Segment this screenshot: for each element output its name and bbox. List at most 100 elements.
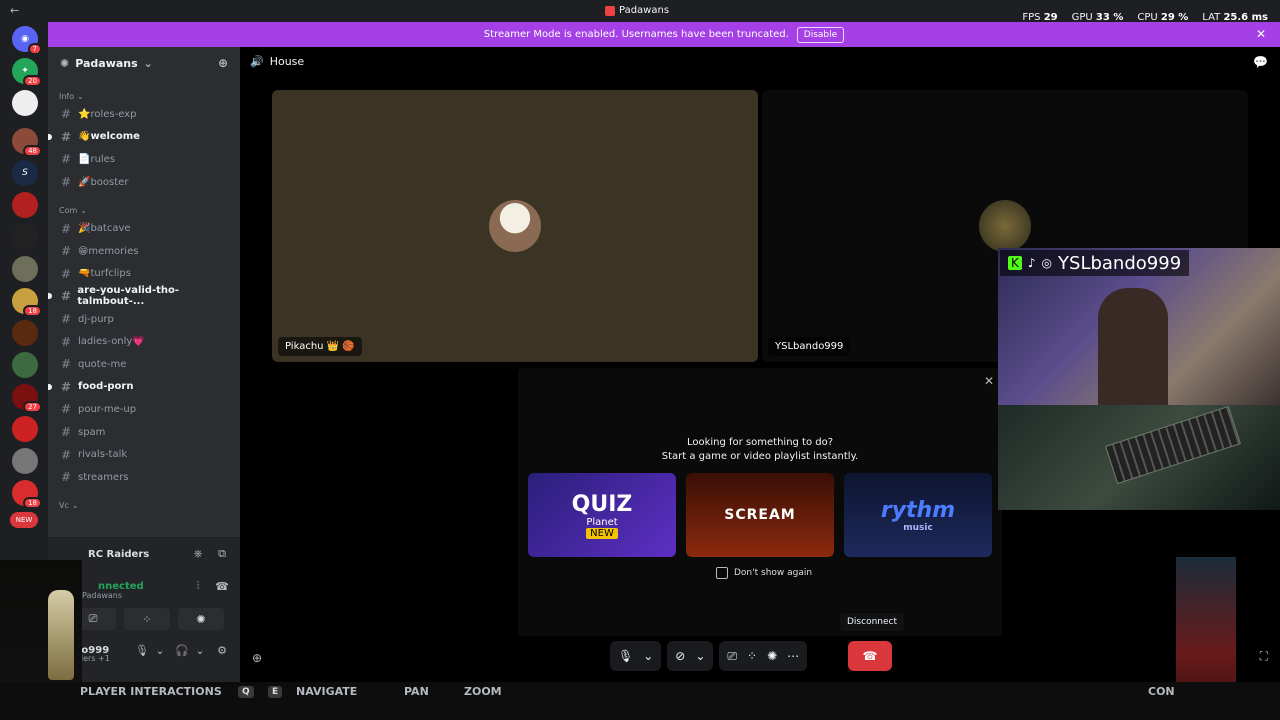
channel-memories[interactable]: # 😁memories [48, 240, 240, 263]
add-member-icon[interactable]: ⊕ [218, 56, 228, 70]
server-icon[interactable] [12, 256, 38, 282]
server-icon[interactable]: S [12, 160, 38, 186]
server-icon[interactable]: 18 [12, 288, 42, 317]
social-handle-bar: K ♪ ◎ YSLbando999 [1000, 250, 1190, 276]
streamer-figure [1098, 288, 1168, 405]
fullscreen-icon[interactable]: ⛶ [1260, 649, 1268, 664]
streamer-webcam: K ♪ ◎ YSLbando999 [998, 248, 1280, 405]
guild-icon: ✺ [60, 56, 70, 70]
category-info[interactable]: Info ⌄ [48, 89, 240, 103]
banner-text: Streamer Mode is enabled. Usernames have… [483, 29, 789, 40]
channel-rules[interactable]: # 📄rules [48, 148, 240, 171]
channel-food-porn[interactable]: # food-porn [48, 376, 240, 399]
back-arrow-icon[interactable]: ← [10, 4, 19, 17]
activity-card-rythm[interactable]: rythm music [844, 473, 992, 557]
category-vc[interactable]: Vc ⌄ [48, 499, 240, 513]
streamer-handle: YSLbando999 [1058, 252, 1182, 274]
home-discord-icon[interactable]: ◉ 7 [12, 26, 42, 55]
hash-icon: # [61, 289, 72, 304]
connection-status: nnected [98, 580, 144, 592]
channel-welcome[interactable]: # 👋welcome [48, 126, 240, 149]
key-q: Q [238, 686, 254, 698]
hash-icon: # [61, 244, 72, 259]
dont-show-checkbox[interactable] [716, 567, 728, 579]
camera-control[interactable]: ⊘ ⌄ [667, 641, 714, 671]
title-bar: ← Padawans FPS 29 GPU 33 % CPU 29 % LAT … [0, 0, 1280, 23]
dont-show-again[interactable]: Don't show again [716, 567, 812, 579]
server-icon[interactable] [12, 224, 38, 250]
gamepad-icon[interactable]: ⎈ [190, 546, 206, 562]
hash-icon: # [61, 470, 72, 485]
mic-control[interactable]: 🎙 ⌄ [610, 641, 662, 671]
participant-tile[interactable]: Pikachu 👑 🏀 [272, 90, 758, 362]
channel-streamers[interactable]: # streamers [48, 466, 240, 489]
activity-card-scream[interactable]: SCREAM [686, 473, 834, 557]
channel-batcave[interactable]: # 🎉batcave [48, 217, 240, 240]
server-icon[interactable] [12, 192, 38, 218]
server-icon[interactable]: ✦ 20 [12, 58, 42, 87]
unread-indicator [48, 133, 52, 140]
server-icon[interactable] [12, 448, 38, 474]
channel-booster[interactable]: # 🚀booster [48, 171, 240, 194]
server-icon[interactable]: 18 [12, 480, 42, 509]
activities-button[interactable]: ⁘ [124, 608, 170, 630]
key-e: E [268, 686, 283, 698]
disconnect-button[interactable]: ☎ [848, 641, 892, 671]
channel-ladies-only[interactable]: # ladies-only💗 [48, 330, 240, 353]
participant-name: Pikachu 👑 🏀 [278, 337, 362, 356]
channel-turfclips[interactable]: # 🔫turfclips [48, 263, 240, 286]
share-screen-icon[interactable]: ⎚ [727, 649, 737, 664]
camera-off-icon[interactable]: ⊘ [675, 649, 685, 663]
chevron-down-icon[interactable]: ⌄ [695, 649, 705, 663]
guild-header[interactable]: ✺ Padawans ⌄ ⊕ [48, 47, 240, 79]
popout-icon[interactable]: ⧉ [214, 546, 230, 562]
channel-are-you-valid[interactable]: # are-you-valid-tho-talmbout-... [48, 285, 240, 308]
new-server-badge[interactable]: NEW [10, 512, 38, 528]
channel-dj-purp[interactable]: # dj-purp [48, 308, 240, 331]
activity-prompt: ✕ Looking for something to do? Start a g… [518, 368, 1002, 636]
close-icon[interactable]: ✕ [1256, 27, 1266, 41]
channel-quote-me[interactable]: # quote-me [48, 353, 240, 376]
server-icon[interactable]: 48 [12, 128, 42, 157]
microphone-icon[interactable]: 🎙 [618, 649, 633, 663]
connection-server: Padawans [82, 591, 123, 600]
category-com[interactable]: Com ⌄ [48, 203, 240, 217]
hash-icon: # [61, 107, 72, 122]
hash-icon: # [61, 152, 72, 167]
disable-streamer-mode-button[interactable]: Disable [796, 26, 845, 43]
channel-spam[interactable]: # spam [48, 421, 240, 444]
hash-icon: # [61, 334, 72, 349]
hash-icon: # [61, 221, 72, 236]
more-options-icon[interactable]: ⋯ [787, 649, 799, 663]
chevron-down-icon[interactable]: ⌄ [643, 649, 653, 663]
hash-icon: # [61, 266, 72, 281]
server-icon[interactable] [12, 416, 38, 442]
guild-name: Padawans [75, 56, 138, 70]
soundboard-icon[interactable]: ✺ [767, 649, 777, 663]
channel-pour-me-up[interactable]: # pour-me-up [48, 398, 240, 421]
tiktok-icon: ♪ [1027, 256, 1036, 270]
activity-card-quiz[interactable]: QUIZ Planet NEW [528, 473, 676, 557]
channel-roles-exp[interactable]: # ⭐roles-exp [48, 103, 240, 126]
server-icon[interactable]: 27 [12, 384, 42, 413]
soundboard-button[interactable]: ✺ [178, 608, 224, 630]
server-icon[interactable] [12, 320, 38, 346]
streamer-mode-banner: Streamer Mode is enabled. Usernames have… [48, 22, 1280, 47]
chevron-down-icon: ⌄ [143, 56, 153, 70]
hash-icon: # [61, 357, 72, 372]
kick-icon: K [1008, 256, 1022, 270]
activities-icon[interactable]: ⁘ [747, 649, 757, 663]
invite-member-icon[interactable]: ⊕ [252, 651, 262, 665]
server-icon[interactable] [12, 352, 38, 378]
chat-bubble-icon[interactable]: 💬 [1253, 55, 1268, 69]
app-logo-icon [605, 5, 615, 16]
keyboard-cam [998, 405, 1280, 510]
hint-navigate: NAVIGATE [296, 685, 358, 698]
close-icon[interactable]: ✕ [984, 374, 994, 388]
avatar [489, 200, 541, 252]
disconnect-tooltip: Disconnect [840, 613, 904, 631]
voice-channel-header: 🔊 House [250, 55, 304, 68]
server-icon[interactable] [12, 90, 38, 116]
hash-icon: # [61, 425, 72, 440]
channel-rivals-talk[interactable]: # rivals-talk [48, 443, 240, 466]
